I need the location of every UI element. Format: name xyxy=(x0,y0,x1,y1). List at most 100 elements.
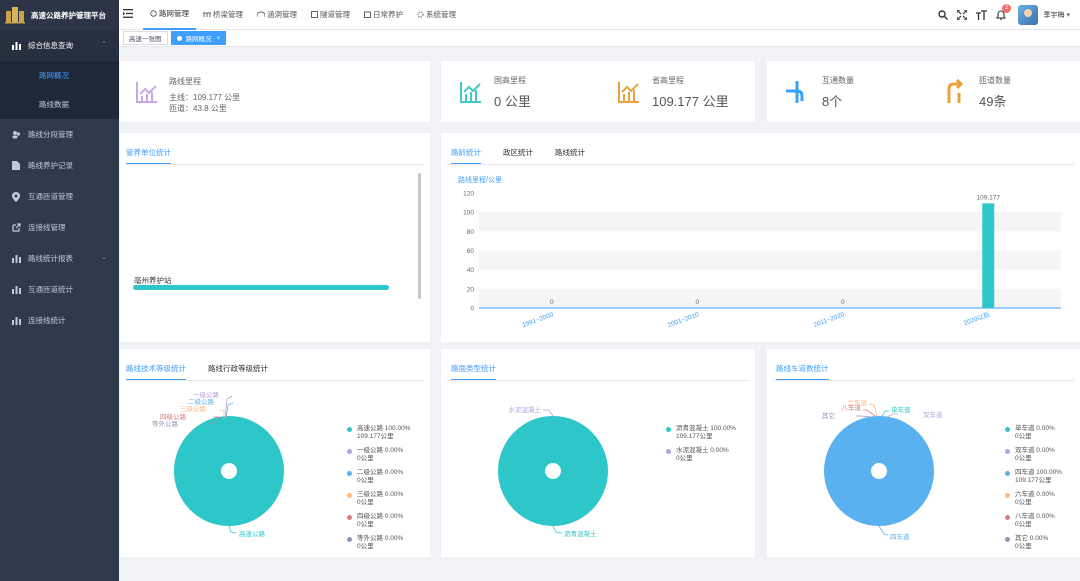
ramp-count-title: 匝道数量 xyxy=(979,75,1011,85)
y-tick-label: 60 xyxy=(467,248,475,255)
pie-callout-label: 单车道 xyxy=(891,405,911,414)
topnav-bridge[interactable]: 桥梁管理 xyxy=(196,0,250,30)
pie-callout-line xyxy=(863,409,876,417)
mainline-mileage: 主线：109.177 公里 xyxy=(169,93,241,102)
legend-item[interactable]: 三级公路 0.00% 0公里 xyxy=(347,491,410,507)
pie-center-hole xyxy=(871,463,887,479)
tab-divider xyxy=(126,164,424,165)
legend-item[interactable]: 水泥混凝土 0.00% 0公里 xyxy=(666,447,736,463)
legend-dot-icon xyxy=(347,515,352,520)
ramp-mileage: 匝道：43.8 公里 xyxy=(169,104,227,113)
sidebar-subitem-route-data[interactable]: 路线数据 xyxy=(0,90,119,119)
legend-label: 三级公路 0.00% 0公里 xyxy=(357,491,404,506)
font-size-icon[interactable] xyxy=(976,10,988,20)
sidebar-subitem-network-overview[interactable]: 路网概况 xyxy=(0,61,119,90)
sidebar-item-connector-stats[interactable]: 连接线统计 xyxy=(0,305,119,336)
tag-network-overview[interactable]: 路网概况 × xyxy=(170,31,227,45)
user-caret-icon[interactable]: ▾ xyxy=(1066,11,1070,19)
legend-item[interactable]: 八车道 0.00% 0公里 xyxy=(1005,513,1062,529)
road-age-bar-chart: 路线里程/公里 0 20 40 60 80 100 120 0 1991~2000 0 2001~20… xyxy=(458,175,1061,329)
search-icon[interactable] xyxy=(938,10,949,20)
interchange-count-value: 8个 xyxy=(822,93,843,109)
legend-dot-icon xyxy=(1005,427,1010,432)
interchange-icon xyxy=(784,79,810,105)
avatar[interactable] xyxy=(1018,5,1039,25)
scrollbar[interactable] xyxy=(418,173,421,299)
bar-chart-icon xyxy=(11,254,21,264)
topnav-system[interactable]: 系统管理 xyxy=(410,0,463,30)
sidebar-item-maintenance-records[interactable]: 路线养护记录 xyxy=(0,150,119,181)
legend-dot-icon xyxy=(347,493,352,498)
legend-item[interactable]: 一级公路 0.00% 0公里 xyxy=(347,447,410,463)
chevron-up-icon: ⌃ xyxy=(101,41,107,48)
sidebar-item-connector-management[interactable]: 连接线管理 xyxy=(0,212,119,243)
pie-callout-line xyxy=(881,410,889,417)
tag-label: 路网概况 xyxy=(185,36,212,43)
legend-item[interactable]: 六车道 0.00% 0公里 xyxy=(1005,491,1062,507)
legend-label: 双车道 0.00% 0公里 xyxy=(1015,447,1055,462)
pie-callout-line xyxy=(856,415,872,418)
sidebar-item-route-reports[interactable]: 路线统计报表 ⌄ xyxy=(0,243,119,274)
header-tools: 2 季宇梅 ▾ xyxy=(929,0,1070,30)
road-age-card: 路龄统计 政区统计 路线统计 路线里程/公里 0 20 40 60 80 100 120 0 19… xyxy=(441,133,1080,342)
sidebar-item-label: 互通匝道统计 xyxy=(28,285,73,294)
topnav-tunnel[interactable]: 隧道管理 xyxy=(304,0,357,30)
y-tick-label: 120 xyxy=(463,191,474,198)
tag-highway-map[interactable]: 高速一张图 xyxy=(123,31,168,45)
provincial-mileage-value: 109.177 公里 xyxy=(652,93,729,109)
sidebar-item-interchange-management[interactable]: 互通匝道管理 xyxy=(0,181,119,212)
legend-item[interactable]: 二级公路 0.00% 0公里 xyxy=(347,469,410,485)
topnav-culvert[interactable]: 涵洞管理 xyxy=(250,0,304,30)
national-mileage-title: 国高里程 xyxy=(494,75,526,85)
legend-item[interactable]: 沥青混凝土 100.00% 109.177公里 xyxy=(666,425,736,441)
provincial-mileage-title: 省高里程 xyxy=(652,75,684,85)
bell-icon[interactable]: 2 xyxy=(996,4,1012,20)
hamburger-icon[interactable] xyxy=(123,9,133,20)
legend-dot-icon xyxy=(347,471,352,476)
tech-grade-card: 路线技术等级统计 路线行政等级统计 一级公路 二级公路 三级公路 四级公路 等外公路 高速… xyxy=(120,349,430,557)
topnav-daily-maintenance[interactable]: 日常养护 xyxy=(357,0,410,30)
pie-callout-label: 水泥混凝土 xyxy=(509,405,542,414)
bar[interactable] xyxy=(982,203,995,308)
tab-maintenance-unit[interactable]: 管养单位统计 xyxy=(126,147,171,164)
legend-item[interactable]: 双车道 0.00% 0公里 xyxy=(1005,447,1062,463)
legend-item[interactable]: 其它 0.00% 0公里 xyxy=(1005,535,1062,551)
topnav-label: 路网管理 xyxy=(159,9,189,18)
fullscreen-icon[interactable] xyxy=(957,10,968,20)
x-tick-label: 2001~2010 xyxy=(667,311,700,329)
username[interactable]: 季宇梅 xyxy=(1043,10,1064,20)
legend-label: 其它 0.00% 0公里 xyxy=(1015,535,1049,550)
unit-mileage-bar xyxy=(133,285,389,290)
close-icon[interactable]: × xyxy=(217,35,221,42)
legend-dot-icon xyxy=(666,427,671,432)
surface-type-card: 路面类型统计 水泥混凝土 沥青混凝土 沥青混凝土 100.00% 109.177公… xyxy=(441,349,755,557)
pie-callout-label: 二级公路 xyxy=(188,397,215,406)
grid-band xyxy=(479,250,1061,270)
surface-type-legend: 沥青混凝土 100.00% 109.177公里 水泥混凝土 0.00% 0公里 xyxy=(666,425,736,469)
legend-item[interactable]: 高速公路 100.00% 109.177公里 xyxy=(347,425,410,441)
tags-view: 高速一张图 路网概况 × xyxy=(119,30,1080,47)
bar-chart-icon xyxy=(11,285,21,295)
legend-item[interactable]: 四车道 100.00% 109.177公里 xyxy=(1005,469,1062,485)
tunnel-icon xyxy=(311,11,318,18)
topnav-label: 涵洞管理 xyxy=(267,10,297,19)
sidebar-item-general-info[interactable]: 综合信息查询 ⌃ xyxy=(0,30,119,61)
gear-icon xyxy=(417,11,424,18)
topnav-network[interactable]: 路网管理 xyxy=(143,0,196,30)
sidebar-subitem-label: 路线数据 xyxy=(39,100,69,109)
legend-dot-icon xyxy=(1005,537,1010,542)
sidebar-item-route-segments[interactable]: 路线分段管理 xyxy=(0,119,119,150)
document-icon xyxy=(11,161,21,171)
legend-item[interactable]: 四级公路 0.00% 0公里 xyxy=(347,513,410,529)
line-chart-icon xyxy=(134,79,160,105)
legend-item[interactable]: 等外公路 0.00% 0公里 xyxy=(347,535,410,551)
pie-callout-line xyxy=(552,525,563,534)
legend-dot-icon xyxy=(347,427,352,432)
legend-item[interactable]: 单车道 0.00% 0公里 xyxy=(1005,425,1062,441)
legend-dot-icon xyxy=(1005,515,1010,520)
topnav-label: 隧道管理 xyxy=(320,10,350,19)
legend-label: 水泥混凝土 0.00% 0公里 xyxy=(676,447,729,462)
sidebar: 高速公路养护管理平台 综合信息查询 ⌃ 路网概况 路线数据 路线分段管理 路线养… xyxy=(0,0,119,581)
topnav-label: 日常养护 xyxy=(373,10,403,19)
sidebar-item-interchange-stats[interactable]: 互通匝道统计 xyxy=(0,274,119,305)
